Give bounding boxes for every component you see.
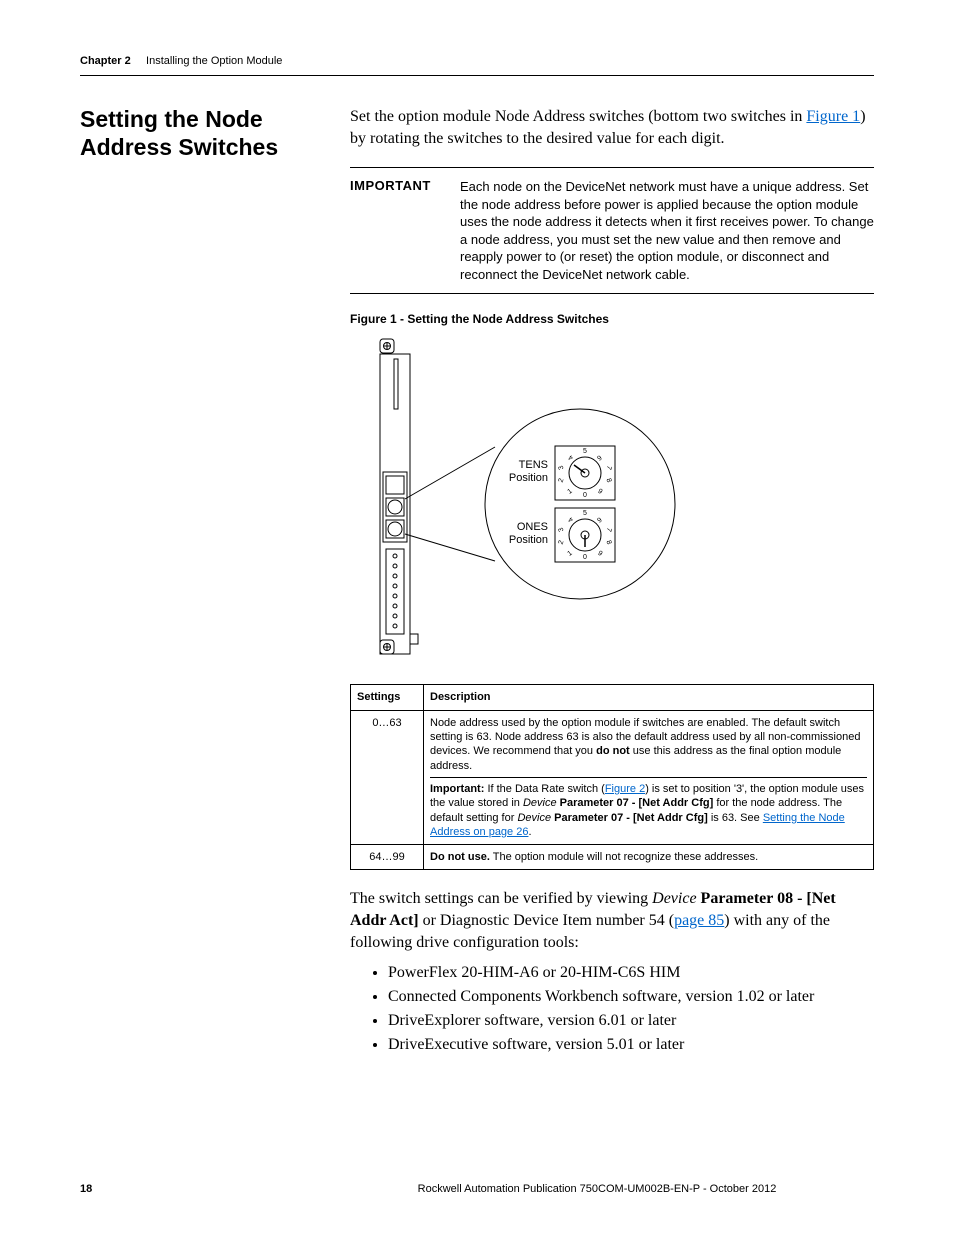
tens-position-word: Position bbox=[509, 472, 548, 484]
list-item: PowerFlex 20-HIM-A6 or 20-HIM-C6S HIM bbox=[388, 961, 874, 985]
svg-text:0: 0 bbox=[583, 492, 587, 499]
tools-list: PowerFlex 20-HIM-A6 or 20-HIM-C6S HIM Co… bbox=[370, 961, 874, 1057]
list-item: DriveExecutive software, version 5.01 or… bbox=[388, 1033, 874, 1057]
ones-label: ONES bbox=[517, 521, 548, 533]
settings-table: Settings Description 0…63 Node address u… bbox=[350, 684, 874, 870]
table-row: 64…99 Do not use. The option module will… bbox=[351, 845, 874, 870]
figure-caption: Figure 1 - Setting the Node Address Swit… bbox=[350, 312, 874, 326]
chapter-number: Chapter 2 bbox=[80, 55, 131, 67]
page85-link[interactable]: page 85 bbox=[674, 912, 724, 929]
list-item: DriveExplorer software, version 6.01 or … bbox=[388, 1009, 874, 1033]
intro-paragraph: Set the option module Node Address switc… bbox=[350, 106, 874, 149]
cell-desc-64-99: Do not use. The option module will not r… bbox=[424, 845, 874, 870]
figure1-link[interactable]: Figure 1 bbox=[806, 108, 860, 125]
figure2-link[interactable]: Figure 2 bbox=[605, 783, 645, 795]
table-header-row: Settings Description bbox=[351, 685, 874, 710]
ones-position-word: Position bbox=[509, 534, 548, 546]
important-text: Each node on the DeviceNet network must … bbox=[460, 178, 874, 283]
figure1-illustration: 0 1 2 3 4 5 6 7 8 9 TENS Position bbox=[350, 334, 874, 674]
chapter-title: Installing the Option Module bbox=[146, 55, 282, 67]
svg-text:0: 0 bbox=[583, 554, 587, 561]
section-heading: Setting the Node Address Switches bbox=[80, 106, 320, 161]
cell-settings-64-99: 64…99 bbox=[351, 845, 424, 870]
list-item: Connected Components Workbench software,… bbox=[388, 985, 874, 1009]
important-callout: IMPORTANT Each node on the DeviceNet net… bbox=[350, 167, 874, 294]
publication-id: Rockwell Automation Publication 750COM-U… bbox=[320, 1183, 874, 1195]
table-row: 0…63 Node address used by the option mod… bbox=[351, 710, 874, 844]
svg-text:5: 5 bbox=[583, 448, 587, 455]
page-number: 18 bbox=[80, 1183, 320, 1195]
important-label: IMPORTANT bbox=[350, 178, 440, 283]
th-settings: Settings bbox=[351, 685, 424, 710]
page-footer: 18 Rockwell Automation Publication 750CO… bbox=[80, 1183, 874, 1195]
cell-settings-0-63: 0…63 bbox=[351, 710, 424, 844]
th-description: Description bbox=[424, 685, 874, 710]
running-header: Chapter 2 Installing the Option Module bbox=[80, 55, 874, 76]
cell-desc-0-63: Node address used by the option module i… bbox=[424, 710, 874, 844]
verification-paragraph: The switch settings can be verified by v… bbox=[350, 888, 874, 953]
svg-text:5: 5 bbox=[583, 510, 587, 517]
tens-label: TENS bbox=[519, 459, 548, 471]
